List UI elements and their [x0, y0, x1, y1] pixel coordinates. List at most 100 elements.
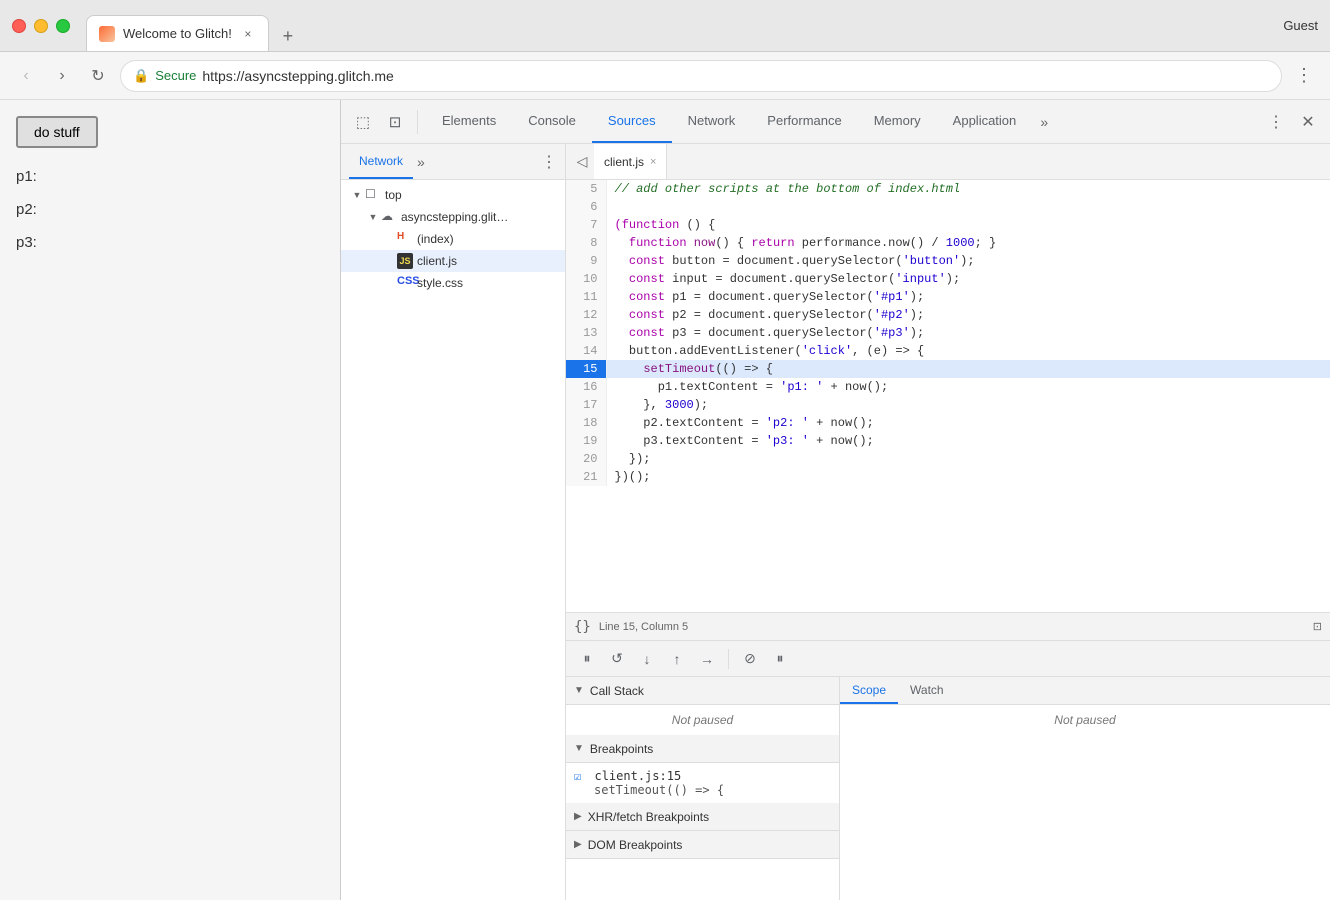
code-line-12: 12 const p2 = document.querySelector('#p… — [566, 306, 1330, 324]
line-code-11: const p1 = document.querySelector('#p1')… — [606, 288, 1330, 306]
tabs-more-btn[interactable]: » — [1032, 110, 1056, 134]
tree-item-clientjs[interactable]: ▶ JS client.js — [341, 250, 565, 272]
browser-tab[interactable]: Welcome to Glitch! × — [86, 15, 269, 51]
breakpoint-location: client.js:15 — [594, 769, 681, 783]
step-into-btn[interactable]: ↓ — [634, 646, 660, 672]
do-stuff-button[interactable]: do stuff — [16, 116, 98, 148]
tree-site-label: asyncstepping.glit… — [401, 210, 508, 224]
devtools-settings-icon[interactable]: ⋮ — [1262, 108, 1290, 136]
browser-menu-btn[interactable]: ⋮ — [1290, 62, 1318, 90]
tab-application[interactable]: Application — [937, 100, 1033, 143]
tab-sources[interactable]: Sources — [592, 100, 672, 143]
file-panel-menu-btn[interactable]: ⋮ — [541, 152, 557, 172]
code-tab-close-btn[interactable]: × — [650, 156, 656, 168]
tab-bar: Welcome to Glitch! × + — [86, 0, 303, 51]
devtools-close-icon[interactable]: ✕ — [1294, 108, 1322, 136]
pause-on-exceptions-btn[interactable]: ⏸ — [767, 646, 793, 672]
step-btn[interactable]: → — [694, 646, 720, 672]
scope-content: Not paused — [840, 705, 1330, 735]
tab-close-btn[interactable]: × — [240, 26, 256, 42]
line-code-10: const input = document.querySelector('in… — [606, 270, 1330, 288]
tree-item-index[interactable]: ▶ H (index) — [341, 228, 565, 250]
url-text: https://asyncstepping.glitch.me — [202, 68, 393, 84]
code-line-13: 13 const p3 = document.querySelector('#p… — [566, 324, 1330, 342]
url-bar[interactable]: 🔒 Secure https://asyncstepping.glitch.me — [120, 60, 1282, 92]
device-toggle-icon[interactable]: ⊡ — [381, 108, 409, 136]
secure-label: Secure — [155, 68, 196, 83]
file-tree: ▼ ☐ top ▼ ☁ asyncstepping.glit… ▶ H (i — [341, 180, 565, 900]
step-over-btn[interactable]: ↺ — [604, 646, 630, 672]
code-tab-clientjs[interactable]: client.js × — [594, 144, 667, 179]
code-panel-back-icon[interactable]: ◁ — [570, 150, 594, 174]
line-num-12: 12 — [566, 306, 606, 324]
maximize-traffic-light[interactable] — [56, 19, 70, 33]
tree-item-stylecss[interactable]: ▶ CSS style.css — [341, 272, 565, 294]
js-file-icon: JS — [397, 253, 413, 269]
line-num-15: 15 — [566, 360, 606, 378]
debugger-section: ⏸ ↺ ↓ ↑ → ⊘ ⏸ ▼ — [566, 640, 1330, 900]
cloud-icon: ☁ — [381, 209, 397, 225]
call-stack-header[interactable]: ▼ Call Stack — [566, 677, 839, 705]
line-num-20: 20 — [566, 450, 606, 468]
debug-separator — [728, 649, 729, 669]
watch-tab-label: Watch — [910, 683, 944, 697]
new-tab-btn[interactable]: + — [273, 21, 303, 51]
right-pane: ◁ client.js × 5 // add other scripts at … — [566, 144, 1330, 900]
file-panel-header: Network » ⋮ — [341, 144, 565, 180]
tree-index-label: (index) — [417, 232, 454, 246]
watch-tab[interactable]: Watch — [898, 677, 956, 704]
line-code-12: const p2 = document.querySelector('#p2')… — [606, 306, 1330, 324]
code-line-5: 5 // add other scripts at the bottom of … — [566, 180, 1330, 198]
top-arrow-icon: ▼ — [349, 187, 365, 203]
code-line-20: 20 }); — [566, 450, 1330, 468]
devtools-actions: ⋮ ✕ — [1262, 108, 1322, 136]
line-code-5: // add other scripts at the bottom of in… — [606, 180, 1330, 198]
code-tabs: ◁ client.js × — [566, 144, 1330, 180]
code-content[interactable]: 5 // add other scripts at the bottom of … — [566, 180, 1330, 612]
line-code-20: }); — [606, 450, 1330, 468]
select-element-icon[interactable]: ⬚ — [349, 108, 377, 136]
reload-btn[interactable]: ↻ — [84, 62, 112, 90]
close-traffic-light[interactable] — [12, 19, 26, 33]
breakpoints-header[interactable]: ▼ Breakpoints — [566, 735, 839, 763]
line-code-16: p1.textContent = 'p1: ' + now(); — [606, 378, 1330, 396]
tab-memory[interactable]: Memory — [858, 100, 937, 143]
format-icon[interactable]: {} — [574, 619, 591, 635]
back-btn[interactable]: ‹ — [12, 62, 40, 90]
minimize-traffic-light[interactable] — [34, 19, 48, 33]
tree-item-top[interactable]: ▼ ☐ top — [341, 184, 565, 206]
html-file-icon: H — [397, 231, 413, 247]
file-panel-more-btn[interactable]: » — [417, 154, 425, 170]
xhr-breakpoints-header[interactable]: ▶ XHR/fetch Breakpoints — [566, 803, 839, 831]
code-line-9: 9 const button = document.querySelector(… — [566, 252, 1330, 270]
scope-tab[interactable]: Scope — [840, 677, 898, 704]
forward-btn[interactable]: › — [48, 62, 76, 90]
code-line-6: 6 — [566, 198, 1330, 216]
code-line-21: 21 })(); — [566, 468, 1330, 486]
tab-elements[interactable]: Elements — [426, 100, 512, 143]
top-folder-icon: ☐ — [365, 187, 381, 203]
pause-resume-btn[interactable]: ⏸ — [574, 646, 600, 672]
line-num-7: 7 — [566, 216, 606, 234]
line-num-14: 14 — [566, 342, 606, 360]
breakpoint-item[interactable]: ☑ client.js:15 setTimeout(() => { — [566, 763, 839, 803]
tree-item-site[interactable]: ▼ ☁ asyncstepping.glit… — [341, 206, 565, 228]
line-num-21: 21 — [566, 468, 606, 486]
tree-top-label: top — [385, 188, 402, 202]
file-panel-network-tab[interactable]: Network — [349, 144, 413, 179]
devtools-toolbar: ⬚ ⊡ Elements Console Sources Network Per… — [341, 100, 1330, 144]
tab-console[interactable]: Console — [512, 100, 592, 143]
dom-breakpoints-header[interactable]: ▶ DOM Breakpoints — [566, 831, 839, 859]
deactivate-breakpoints-btn[interactable]: ⊘ — [737, 646, 763, 672]
tab-network[interactable]: Network — [672, 100, 752, 143]
code-line-15[interactable]: 15 setTimeout(() => { — [566, 360, 1330, 378]
line-num-6: 6 — [566, 198, 606, 216]
line-code-6 — [606, 198, 1330, 216]
tab-performance[interactable]: Performance — [751, 100, 857, 143]
debug-toolbar: ⏸ ↺ ↓ ↑ → ⊘ ⏸ — [566, 641, 1330, 677]
toolbar-separator — [417, 110, 418, 134]
status-expand-btn[interactable]: ⊡ — [1313, 620, 1322, 633]
p2-label: p2: — [16, 201, 324, 218]
line-num-10: 10 — [566, 270, 606, 288]
step-out-btn[interactable]: ↑ — [664, 646, 690, 672]
